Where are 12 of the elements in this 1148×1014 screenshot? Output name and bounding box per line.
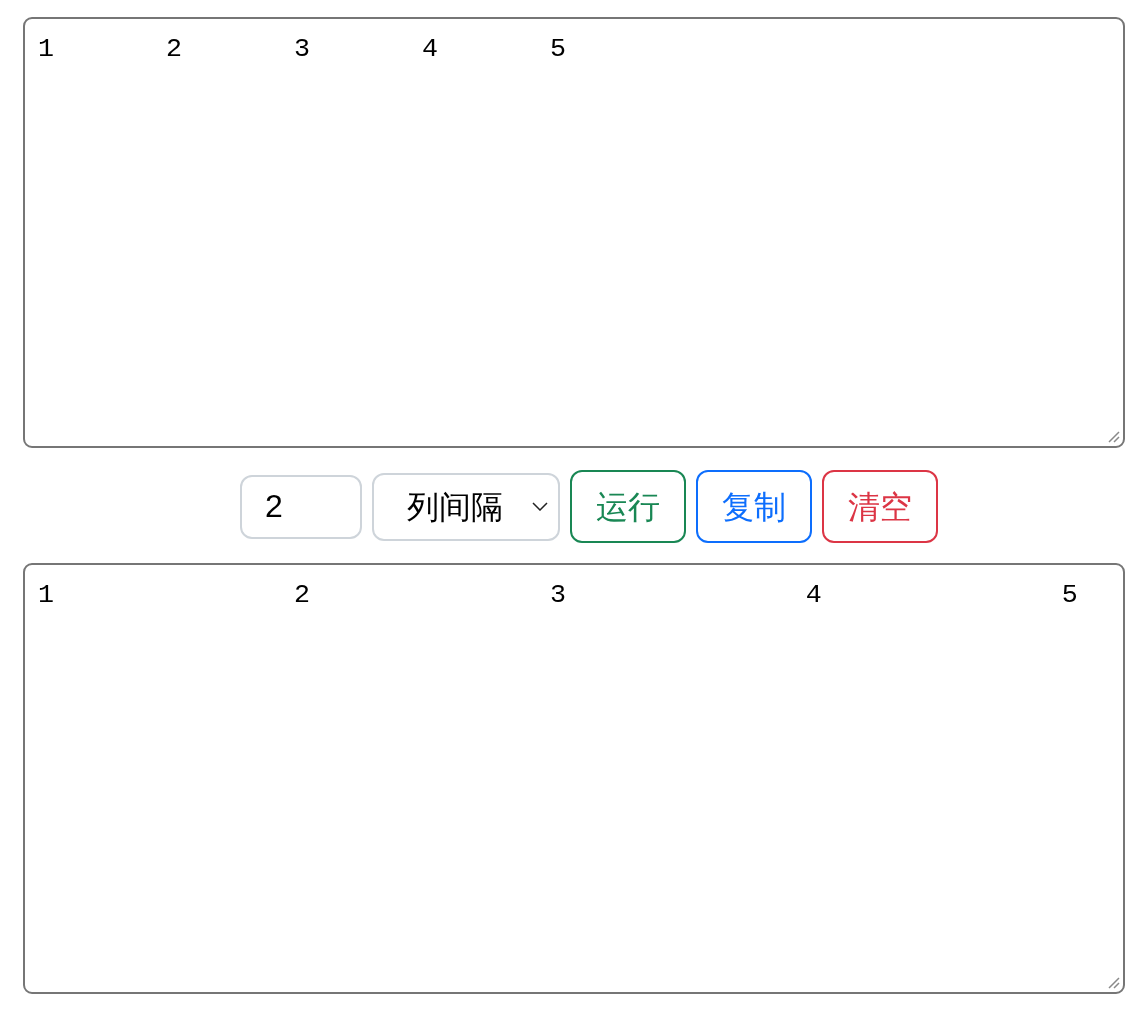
number-field[interactable]: 2 [240, 474, 362, 539]
input-textarea[interactable]: 1 2 3 4 5 [23, 17, 1125, 448]
action-button[interactable]: 清空 [822, 470, 938, 543]
chevron-down-icon [532, 502, 548, 511]
textarea-text: 1 2 3 4 5 [38, 580, 1078, 610]
textarea-text: 1 2 3 4 5 [38, 34, 566, 64]
output-textarea[interactable]: 1 2 3 4 5 [23, 563, 1125, 994]
interval-dropdown[interactable]: 列间隔 [372, 472, 560, 541]
action-button[interactable]: 运行 [570, 470, 686, 543]
resize-handle-icon[interactable] [1108, 431, 1120, 443]
resize-handle-icon[interactable] [1108, 977, 1120, 989]
action-button[interactable]: 复制 [696, 470, 812, 543]
